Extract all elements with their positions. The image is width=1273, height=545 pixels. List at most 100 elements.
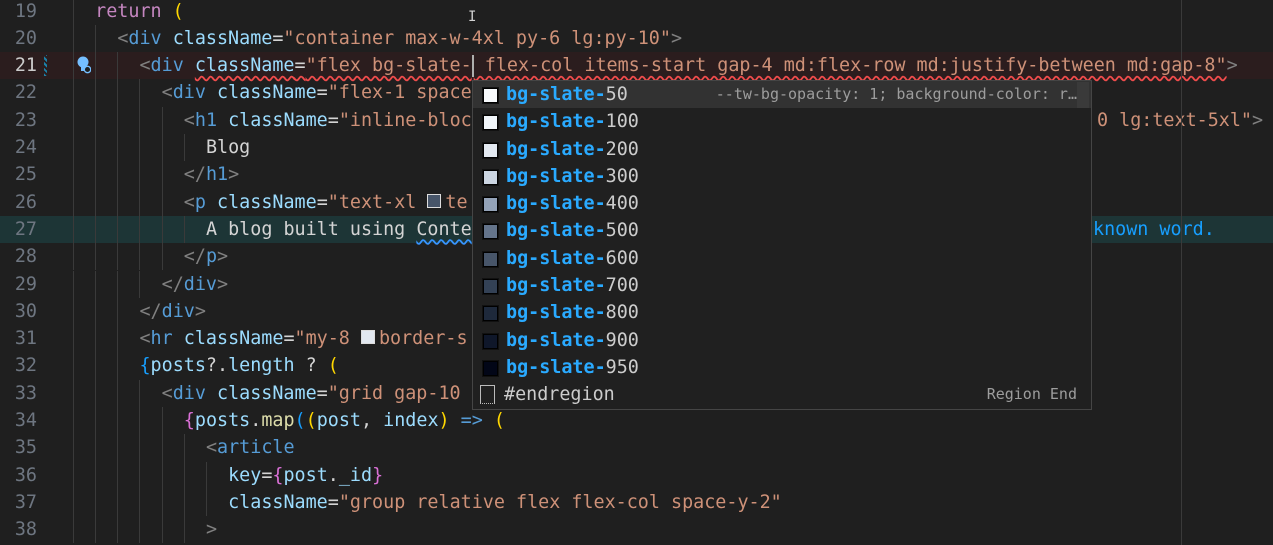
code-text: <hr className="my-8 border-s (139, 325, 467, 352)
suggestion-item[interactable]: bg-slate-600 (473, 245, 1091, 272)
suggestion-item[interactable]: bg-slate-700 (473, 272, 1091, 299)
indent-guide (161, 243, 163, 271)
indent-guide (117, 434, 119, 462)
code-token: index (383, 410, 439, 431)
editor-ruler (1181, 0, 1182, 545)
code-token: < (161, 382, 173, 404)
indent-guide (95, 516, 97, 544)
code-text: <p className="text-xl te (184, 189, 468, 216)
suggestion-label: bg-slate-400 (506, 190, 639, 217)
modified-line-marker (44, 55, 47, 77)
code-token: className (217, 191, 317, 213)
code-line[interactable]: 20 <div className="container max-w-4xl py… (0, 24, 1273, 53)
suggestion-item[interactable]: bg-slate-500 (473, 217, 1091, 244)
code-line[interactable]: 38 > (0, 516, 1273, 544)
match-highlight: bg-slate- (506, 275, 606, 297)
indent-guide (117, 161, 119, 189)
suggestion-suffix: 50 (605, 84, 628, 105)
match-highlight: bg-slate- (506, 302, 606, 324)
code-token: > (1252, 109, 1264, 131)
code-text: A blog built using Conte (206, 216, 472, 243)
indent-guide (117, 134, 119, 162)
indent-guide (95, 297, 97, 326)
lightbulb-icon[interactable] (77, 56, 91, 74)
code-token: = (272, 27, 284, 49)
scrollbar-thumb[interactable] (1077, 82, 1089, 108)
line-number: 26 (14, 191, 37, 213)
code-token: = (316, 191, 328, 213)
suggestion-item[interactable]: bg-slate-50 --tw-bg-opacity: 1; backgroun… (473, 81, 1091, 109)
code-token: className (183, 328, 284, 350)
suggestion-item[interactable]: bg-slate-200 (473, 136, 1091, 163)
code-line[interactable]: 21 <div className="flex bg-slate- flex-co… (0, 52, 1273, 80)
code-token: "my-8 (294, 328, 361, 350)
suggestion-detail: --tw-bg-opacity: 1; background-color: r… (715, 85, 1077, 103)
code-token: h1 (205, 164, 229, 186)
suggestion-suffix: 100 (605, 111, 639, 133)
code-token: . (250, 410, 262, 431)
suggestion-item[interactable]: bg-slate-950 (473, 354, 1091, 381)
color-swatch-icon (483, 333, 498, 349)
line-number: 29 (14, 273, 37, 295)
code-line[interactable]: 34 {posts.map((post, index) => ( (0, 407, 1273, 435)
code-line[interactable]: 36 key={post._id} (0, 461, 1273, 489)
code-token: "grid gap-10 (327, 382, 461, 404)
code-token: map (261, 410, 295, 431)
color-swatch-icon (483, 279, 498, 295)
code-token: "flex-1 space (327, 82, 472, 104)
indent-guide (95, 461, 97, 489)
code-token: _id (338, 464, 373, 486)
suggestion-item[interactable]: bg-slate-300 (473, 163, 1091, 190)
suggestion-item-endregion[interactable]: #endregion Region End (473, 381, 1091, 408)
code-token: > (228, 164, 240, 186)
suggestion-item[interactable]: bg-slate-900 (473, 327, 1091, 354)
indent-guide (117, 106, 119, 134)
code-token: => (449, 410, 494, 431)
code-token: < (205, 437, 218, 459)
indent-guide (73, 407, 74, 435)
code-token: < (183, 109, 195, 131)
color-swatch-icon (483, 251, 498, 267)
indent-guide (161, 106, 163, 134)
code-token: post (316, 410, 361, 431)
indent-guide (95, 270, 97, 298)
suggestion-suffix: 900 (605, 329, 639, 351)
code-token: className (228, 491, 328, 513)
code-text: Blog (206, 134, 250, 161)
code-token: className (228, 109, 328, 131)
color-swatch-icon[interactable] (360, 330, 375, 345)
indent-guide (139, 488, 141, 517)
code-line[interactable]: 19 return ( (0, 0, 1273, 25)
indent-guide (117, 52, 119, 80)
code-line[interactable]: 37 className="group relative flex flex-co… (0, 488, 1273, 517)
indent-guide (161, 516, 163, 544)
suggestion-suffix: 400 (605, 193, 639, 215)
code-token: </ (139, 300, 162, 322)
indent-guide (139, 106, 141, 134)
code-line[interactable]: 35 <article (0, 434, 1273, 462)
code-text: <div className="flex bg-slate- flex-col … (139, 52, 1238, 79)
code-token: ( (172, 0, 184, 22)
code-token: div (172, 82, 206, 104)
indent-guide (73, 24, 74, 53)
suggestion-item[interactable]: bg-slate-100 (473, 108, 1091, 135)
indent-guide (73, 0, 74, 25)
code-text: {posts.map((post, index) => ( (184, 407, 505, 434)
color-swatch-icon[interactable] (427, 193, 442, 208)
indent-guide (73, 270, 74, 298)
code-token: < (183, 191, 195, 213)
suggestion-item[interactable]: bg-slate-400 (473, 190, 1091, 217)
autocomplete-suggest-widget[interactable]: bg-slate- 50 --tw-bg-opacity: 1; backgroun… (472, 80, 1092, 410)
suggestion-label: bg-slate-700 (506, 272, 639, 299)
indent-guide (161, 215, 163, 244)
suggestion-item[interactable]: bg-slate-800 (473, 299, 1091, 326)
code-token: border-s (378, 328, 468, 350)
suggestion-label: bg-slate-950 (506, 354, 639, 381)
indent-guide (73, 215, 74, 244)
indent-guide (117, 297, 119, 326)
code-token: = (316, 382, 328, 404)
indent-guide (117, 379, 119, 407)
suggestion-suffix: 300 (605, 165, 639, 187)
suggestion-detail: Region End (986, 385, 1077, 404)
